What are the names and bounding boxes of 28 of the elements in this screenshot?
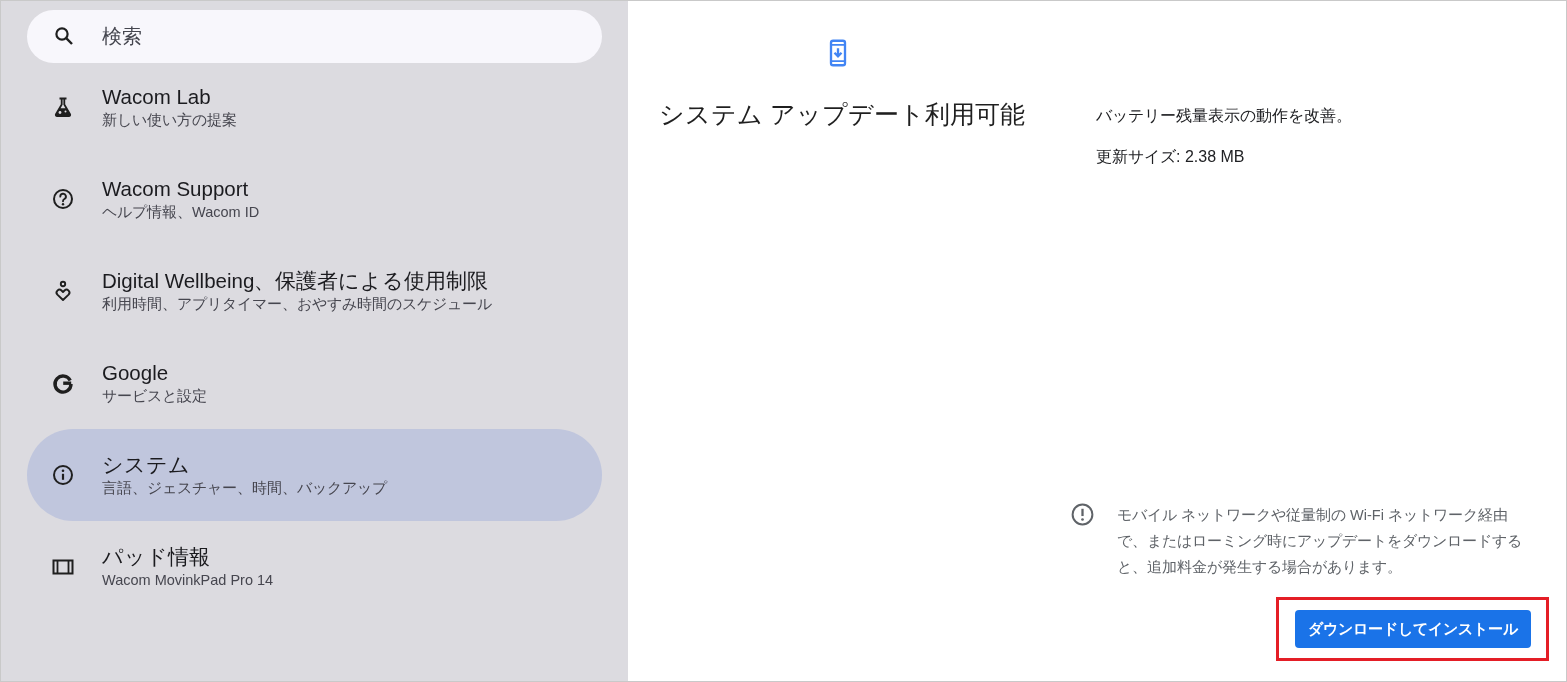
- sidebar-item-subtitle: 言語、ジェスチャー、時間、バックアップ: [102, 479, 387, 498]
- sidebar-item-title: パッド情報: [102, 544, 211, 570]
- sidebar-item-title: Digital Wellbeing、保護者による使用制限: [102, 268, 490, 294]
- help-icon: [51, 187, 75, 211]
- sidebar-item-title: システム: [102, 452, 191, 478]
- sidebar-item-title: Wacom Support: [102, 176, 250, 202]
- sidebar-item-subtitle: ヘルプ情報、Wacom ID: [102, 203, 260, 222]
- sidebar-item[interactable]: システム 言語、ジェスチャー、時間、バックアップ: [27, 429, 602, 521]
- search-field[interactable]: 検索: [27, 10, 602, 63]
- sidebar-item-subtitle: 利用時間、アプリタイマー、おやすみ時間のスケジュール: [102, 295, 492, 314]
- update-description: バッテリー残量表示の動作を改善。: [1095, 106, 1353, 126]
- info-icon: [51, 463, 75, 487]
- sidebar-item-title: Google: [102, 360, 170, 386]
- sidebar-item[interactable]: Wacom Lab 新しい使い方の提案: [27, 61, 602, 153]
- sidebar-item-subtitle: 新しい使い方の提案: [102, 111, 237, 130]
- sidebar-item[interactable]: パッド情報 Wacom MovinkPad Pro 14: [27, 521, 602, 613]
- sidebar-item[interactable]: Digital Wellbeing、保護者による使用制限 利用時間、アプリタイマー、おやすみ時間のスケジュール: [27, 245, 602, 337]
- sidebar-item[interactable]: Wacom Support ヘルプ情報、Wacom ID: [27, 153, 602, 245]
- g-logo-icon: [51, 371, 75, 395]
- data-charge-note: モバイル ネットワークや従量制の Wi-Fi ネットワーク経由で、またはローミング時にアップデートをダウンロードすると、追加料金が発生する場合があります。: [1117, 506, 1523, 577]
- sidebar-item[interactable]: Google サービスと設定: [27, 337, 602, 429]
- update-title: システム アップデート利用可能: [658, 100, 1026, 130]
- sidebar-item-subtitle: サービスと設定: [102, 387, 207, 406]
- sidebar-item-subtitle: Wacom MovinkPad Pro 14: [102, 571, 274, 590]
- warning-icon: [1070, 502, 1095, 527]
- sidebar-item-title: Wacom Lab: [102, 84, 212, 110]
- install-button[interactable]: ダウンロードしてインストール: [1295, 610, 1531, 648]
- update-size: 更新サイズ: 2.38 MB: [1095, 147, 1246, 167]
